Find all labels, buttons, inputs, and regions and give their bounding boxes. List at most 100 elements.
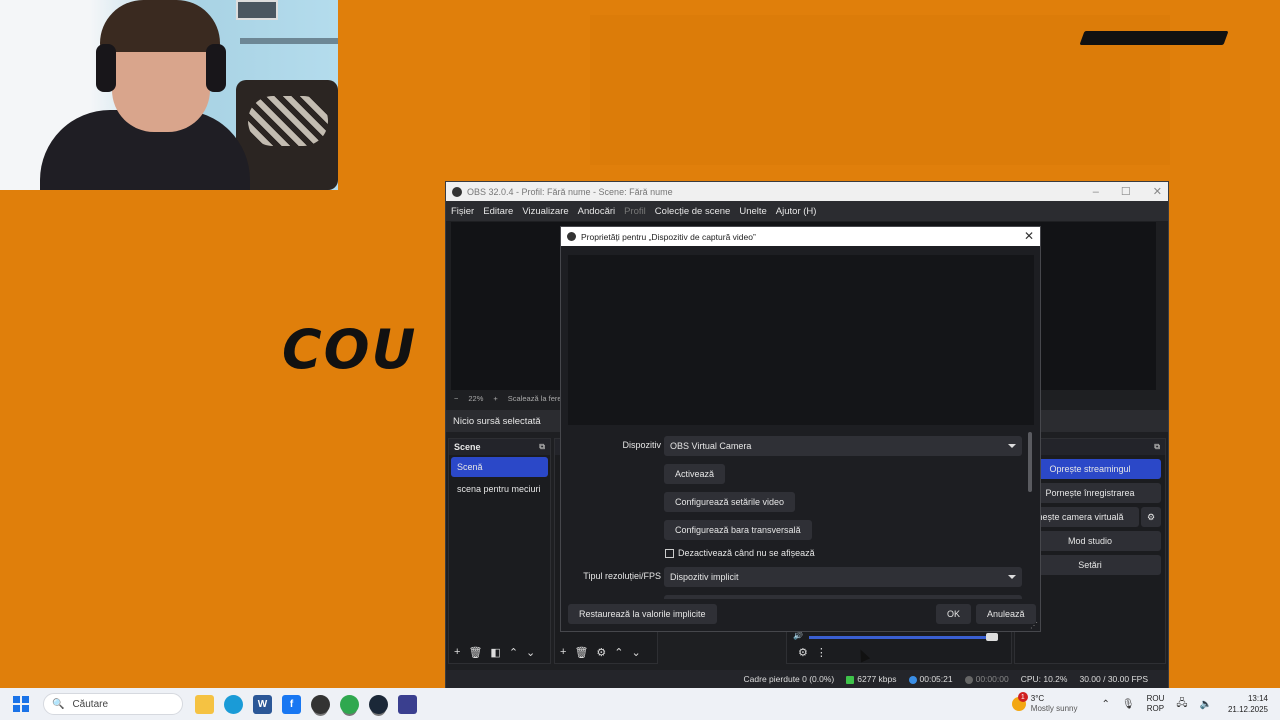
language-primary: ROU	[1146, 694, 1165, 703]
zoom-out-button[interactable]: −	[454, 394, 458, 403]
stream-time: 00:05:21	[908, 674, 953, 684]
ok-button[interactable]: OK	[936, 604, 972, 624]
mixer-settings-icon[interactable]: ⚙	[798, 646, 808, 659]
add-icon[interactable]: +	[560, 646, 566, 658]
source-status-text: Nicio sursă selectată	[453, 415, 541, 427]
dock-float-icon[interactable]: ⧉	[1154, 442, 1160, 452]
virtualcam-settings-icon[interactable]: ⚙	[1141, 507, 1161, 527]
menu-help[interactable]: Ajutor (H)	[776, 206, 817, 217]
scene-item[interactable]: Scenă	[451, 457, 548, 477]
resolution-select[interactable]: Dispozitiv implicit	[664, 567, 1022, 587]
form-scrollbar[interactable]	[1028, 432, 1032, 492]
zoom-in-button[interactable]: +	[493, 394, 497, 403]
volume-knob[interactable]	[986, 633, 998, 641]
dock-float-icon[interactable]: ⧉	[539, 442, 545, 452]
clock-date: 21.12.2025	[1227, 705, 1268, 714]
clock-time: 13:14	[1247, 694, 1268, 703]
search-icon: 🔍	[52, 698, 65, 710]
properties-dialog: Proprietăți pentru „Dispozitiv de captur…	[560, 226, 1041, 632]
menu-scene-collection[interactable]: Colecție de scene	[655, 206, 731, 217]
scenes-panel: Scene ⧉ Scenă scena pentru meciuri + 🗑 ◧…	[448, 438, 551, 664]
bitrate-value: 6277 kbps	[857, 674, 897, 684]
steam-icon[interactable]	[369, 694, 388, 714]
activate-button[interactable]: Activează	[664, 464, 726, 484]
deactivate-checkbox-label: Dezactivează când nu se afișează	[678, 548, 815, 558]
configure-crossbar-button[interactable]: Configurează bara transversală	[664, 520, 812, 540]
scenes-header: Scene ⧉	[449, 439, 550, 455]
close-icon[interactable]: ✕	[1153, 185, 1162, 198]
menu-profile[interactable]: Profil	[624, 206, 646, 217]
word-icon[interactable]: W	[253, 694, 272, 714]
microphone-icon[interactable]: 🎙	[1122, 699, 1135, 710]
trash-icon[interactable]: 🗑	[468, 646, 482, 659]
obs-logo-icon	[452, 186, 462, 197]
windows-start-icon[interactable]	[13, 696, 29, 712]
chrome-icon[interactable]	[340, 694, 359, 714]
filter-icon[interactable]: ◧	[490, 646, 500, 659]
resolution-label: Tipul rezoluției/FPS	[583, 571, 661, 581]
background-game-logo: COU	[282, 318, 418, 381]
game-launcher-icon[interactable]	[398, 694, 417, 714]
next-field-partial[interactable]	[664, 595, 1022, 599]
device-label: Dispozitiv	[622, 440, 661, 450]
menu-file[interactable]: Fișier	[451, 206, 474, 217]
trash-icon[interactable]: 🗑	[574, 646, 588, 659]
language-indicator[interactable]: ROU ROP	[1147, 694, 1165, 714]
arrow-up-icon[interactable]: ⌃	[509, 646, 518, 659]
headphone-right	[206, 44, 226, 92]
menu-tools[interactable]: Unelte	[739, 206, 766, 217]
scene-item[interactable]: scena pentru meciuri	[451, 479, 548, 499]
chair-pattern	[248, 96, 328, 146]
obs-logo-icon	[567, 232, 576, 241]
person-hair	[100, 0, 220, 52]
weather-widget[interactable]: 1 3°C Mostly sunny	[1011, 692, 1078, 714]
dialog-title: Proprietăți pentru „Dispozitiv de captur…	[581, 231, 756, 242]
resize-grip-icon[interactable]: ⋰	[1030, 621, 1038, 630]
menu-view[interactable]: Vizualizare	[522, 206, 568, 217]
chevron-down-icon	[1008, 444, 1016, 448]
obs-titlebar[interactable]: OBS 32.0.4 - Profil: Fără nume - Scene: …	[446, 182, 1168, 201]
add-icon[interactable]: +	[454, 646, 460, 658]
taskbar-search[interactable]: 🔍 Căutare	[43, 693, 183, 715]
resolution-select-value: Dispozitiv implicit	[670, 572, 739, 582]
obs-menubar: Fișier Editare Vizualizare Andocări Prof…	[446, 201, 1168, 221]
deactivate-checkbox[interactable]	[665, 549, 674, 558]
fps-readout: 30.00 / 30.00 FPS	[1079, 674, 1148, 684]
obs-window-title: OBS 32.0.4 - Profil: Fără nume - Scene: …	[467, 186, 673, 197]
file-explorer-icon[interactable]	[195, 694, 214, 714]
arrow-down-icon[interactable]: ⌄	[632, 646, 641, 659]
weather-desc: Mostly sunny	[1030, 704, 1078, 713]
obs-taskbar-icon[interactable]	[311, 694, 330, 714]
stream-icon	[908, 675, 917, 684]
stream-time-value: 00:05:21	[919, 674, 953, 684]
chevron-up-icon[interactable]: ⌃	[1101, 699, 1109, 710]
device-select[interactable]: OBS Virtual Camera	[664, 436, 1022, 456]
more-options-icon[interactable]: ⋮	[816, 646, 827, 659]
mixer-toolbar: ⚙ ⋮	[793, 641, 827, 663]
close-icon[interactable]: ✕	[1024, 229, 1034, 243]
headphone-left	[96, 44, 116, 92]
windows-taskbar: 🔍 Căutare W f 1 3°C Mostly sunny ⌃ 🎙 ROU…	[0, 688, 1280, 720]
dialog-titlebar[interactable]: Proprietăți pentru „Dispozitiv de captur…	[561, 227, 1040, 246]
configure-video-button[interactable]: Configurează setările video	[664, 492, 796, 512]
signal-icon	[846, 675, 855, 684]
maximize-icon[interactable]: ☐	[1121, 185, 1131, 198]
gear-icon[interactable]: ⚙	[596, 646, 606, 659]
restore-defaults-button[interactable]: Restaurează la valorile implicite	[568, 604, 717, 624]
network-icon[interactable]: 🖧	[1176, 696, 1187, 713]
zoom-fit-button[interactable]: Scalează la fere	[508, 394, 562, 403]
speaker-icon[interactable]: 🔊	[793, 631, 803, 640]
menu-edit[interactable]: Editare	[483, 206, 513, 217]
volume-bar	[809, 636, 993, 639]
menu-docks[interactable]: Andocări	[578, 206, 616, 217]
volume-slider[interactable]: 🔊	[791, 631, 999, 643]
arrow-up-icon[interactable]: ⌃	[614, 646, 623, 659]
minimize-icon[interactable]: –	[1093, 186, 1099, 198]
facebook-icon[interactable]: f	[282, 694, 301, 714]
volume-icon[interactable]: 🔈	[1200, 699, 1212, 710]
arrow-down-icon[interactable]: ⌄	[526, 646, 535, 659]
device-select-value: OBS Virtual Camera	[670, 441, 752, 451]
cancel-button[interactable]: Anulează	[976, 604, 1036, 624]
taskbar-clock[interactable]: 13:14 21.12.2025	[1228, 693, 1268, 715]
edge-browser-icon[interactable]	[224, 694, 243, 714]
